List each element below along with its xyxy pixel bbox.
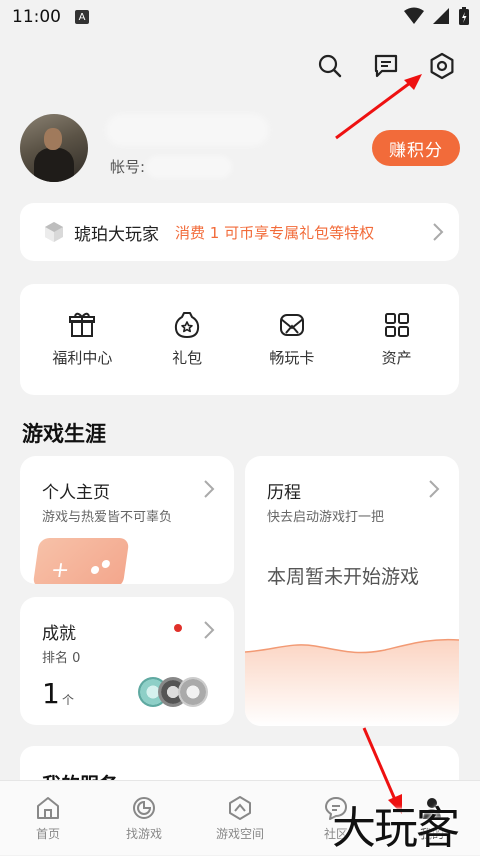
find-game-icon: [133, 797, 155, 819]
grid-icon: [384, 313, 409, 337]
amber-description: 消费 1 可币享专属礼包等特权: [175, 223, 375, 242]
quick-label: 福利中心: [52, 349, 113, 367]
game-space-icon: [229, 796, 251, 820]
settings-icon: [430, 52, 454, 80]
history-title: 历程: [267, 483, 301, 503]
history-subtitle: 快去启动游戏打一把: [267, 510, 385, 525]
achievements-count: 1: [42, 677, 60, 710]
tab-find-games[interactable]: 找游戏: [104, 795, 184, 855]
history-empty-text: 本周暂未开始游戏: [267, 566, 420, 588]
homepage-subtitle: 游戏与热爱皆不可辜负: [42, 510, 173, 525]
chevron-right-icon: [433, 223, 444, 241]
amber-badge-icon: [45, 222, 63, 242]
status-indicators: [404, 6, 470, 26]
account-line: 帐号:: [110, 156, 230, 177]
quick-label: 礼包: [172, 349, 203, 367]
section-title: 游戏生涯: [22, 422, 106, 446]
signal-icon: [433, 8, 449, 24]
avatar[interactable]: [20, 114, 88, 182]
amber-membership-banner[interactable]: 琥珀大玩家 消费 1 可币享专属礼包等特权: [20, 203, 459, 261]
gift-box-icon: [69, 312, 96, 337]
homepage-card[interactable]: 个人主页 游戏与热爱皆不可辜负 +: [20, 456, 234, 584]
silver-badge-icon: [178, 677, 208, 707]
chevron-right-icon: [204, 621, 215, 639]
tab-game-space[interactable]: 游戏空间: [200, 795, 280, 855]
achievements-rank: 排名 0: [42, 651, 81, 666]
quick-label: 畅玩卡: [269, 349, 315, 367]
battery-icon: [459, 7, 469, 25]
card-icon: [279, 314, 304, 336]
gift-bag-icon: [175, 312, 200, 338]
account-id-redacted: [149, 158, 230, 175]
tab-label: 首页: [35, 827, 60, 841]
quick-label: 资产: [381, 349, 412, 367]
quick-actions: 福利中心 礼包 畅玩卡 资产: [20, 284, 459, 395]
notification-icon: A: [75, 10, 89, 24]
username-redacted: [110, 118, 265, 142]
quick-gift-pack[interactable]: 礼包: [142, 311, 232, 368]
homepage-title: 个人主页: [42, 483, 110, 503]
wifi-icon: [404, 7, 424, 24]
tab-label: 找游戏: [125, 827, 162, 841]
annotation-arrow-settings: [335, 74, 422, 140]
status-time: 11:00: [12, 7, 61, 27]
settings-button[interactable]: [424, 48, 460, 84]
quick-welfare-center[interactable]: 福利中心: [37, 311, 127, 368]
achievements-unit: 个: [62, 693, 75, 707]
quick-assets[interactable]: 资产: [352, 311, 442, 368]
account-label: 帐号:: [110, 158, 146, 176]
tab-label: 游戏空间: [215, 827, 264, 841]
quick-play-card[interactable]: 畅玩卡: [247, 311, 337, 368]
status-bar: 11:00 A: [0, 0, 480, 34]
activity-wave: [245, 638, 459, 726]
tab-home[interactable]: 首页: [8, 795, 88, 855]
amber-title: 琥珀大玩家: [74, 224, 159, 245]
chevron-right-icon: [429, 480, 440, 498]
history-card[interactable]: 历程 快去启动游戏打一把 本周暂未开始游戏: [245, 456, 459, 726]
watermark: 大玩客: [332, 803, 460, 854]
achievement-badges: [138, 677, 210, 707]
gamepad-illustration: +: [32, 538, 130, 584]
achievements-card[interactable]: 成就 排名 0 1 个: [20, 597, 234, 725]
chevron-right-icon: [204, 480, 215, 498]
home-icon: [37, 797, 59, 819]
new-indicator-dot: [174, 624, 182, 632]
achievements-title: 成就: [42, 624, 76, 644]
